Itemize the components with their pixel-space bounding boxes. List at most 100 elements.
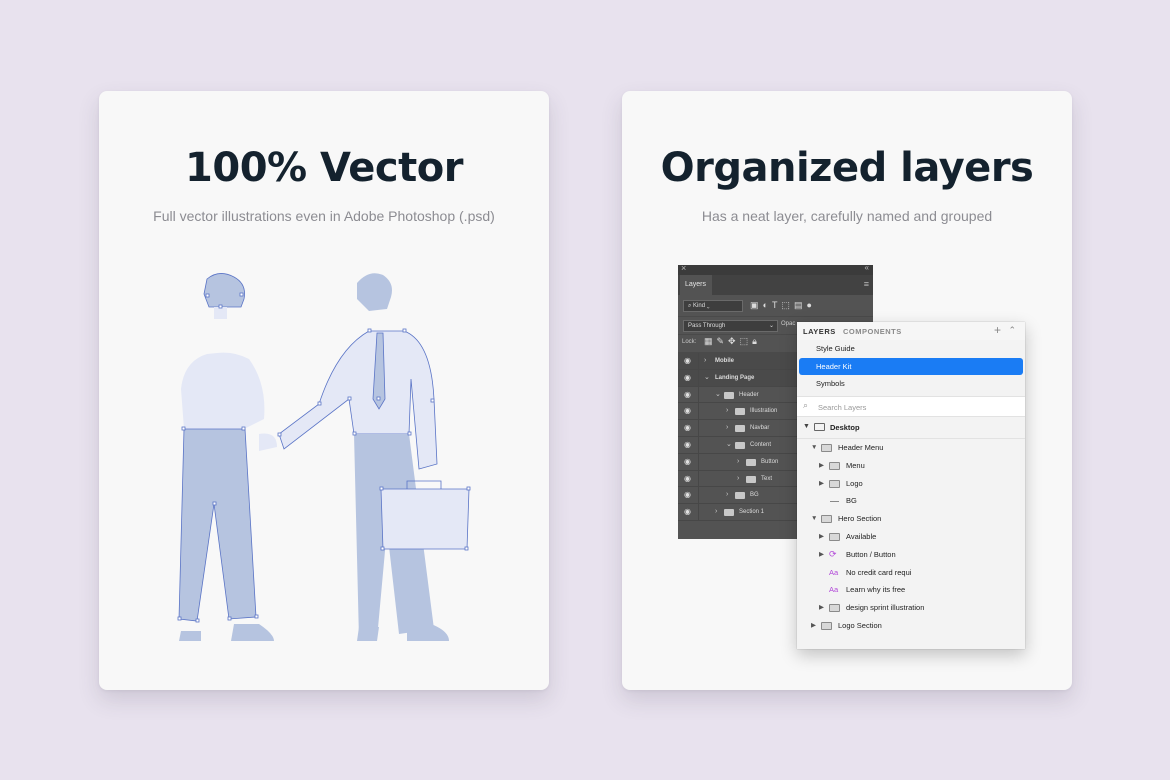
- blend-mode-label: Pass Through: [688, 323, 726, 329]
- page-item[interactable]: Header Kit: [799, 357, 1023, 376]
- right-man-shoe-left: [357, 627, 379, 641]
- eye-icon[interactable]: ◉: [684, 504, 691, 520]
- panel-titlebar: × «: [678, 265, 873, 275]
- layer-name: BG: [750, 492, 759, 499]
- filter-type-icons[interactable]: ▣◐T⬚▤●: [750, 300, 816, 311]
- collapse-icon[interactable]: «: [865, 265, 869, 272]
- chevron-down-icon[interactable]: ⌄: [704, 370, 710, 386]
- layer-row[interactable]: ▶ ⟳ Button / Button: [797, 546, 1025, 564]
- tab-layers[interactable]: Layers: [680, 275, 712, 295]
- tab-components[interactable]: COMPONENTS: [843, 327, 902, 336]
- triangle-right-icon[interactable]: ▶: [819, 599, 824, 617]
- page-item[interactable]: Symbols: [799, 375, 1023, 393]
- layer-name: Hero Section: [838, 514, 882, 524]
- layer-name: Text: [761, 475, 773, 482]
- layer-name: Content: [750, 441, 772, 448]
- chevron-right-icon[interactable]: ›: [704, 353, 706, 369]
- symbol-icon: ⟳: [829, 548, 837, 559]
- eye-icon[interactable]: ◉: [684, 403, 691, 419]
- chevron-right-icon[interactable]: ›: [737, 471, 739, 487]
- chevron-right-icon[interactable]: ›: [726, 487, 728, 503]
- close-icon[interactable]: ×: [681, 265, 686, 273]
- panel-tabbar: Layers ≡: [678, 275, 873, 295]
- layer-row[interactable]: Aa No credit card requi: [797, 564, 1025, 582]
- eye-icon[interactable]: ◉: [684, 353, 691, 369]
- eye-icon[interactable]: ◉: [684, 471, 691, 487]
- kind-filter-select[interactable]: ⌕ Kind ⌄: [683, 300, 743, 312]
- lock-icons[interactable]: ▦✎✥⬚🔒︎: [704, 336, 761, 347]
- layer-name: design sprint illustration: [846, 603, 925, 613]
- kind-filter-label: Kind: [693, 303, 706, 309]
- page-item[interactable]: Style Guide: [799, 340, 1023, 358]
- tab-layers[interactable]: LAYERS: [803, 327, 836, 336]
- artboard-row[interactable]: ▼ Desktop: [797, 417, 1025, 440]
- triangle-right-icon[interactable]: ▶: [819, 546, 824, 564]
- eye-icon[interactable]: ◉: [684, 387, 691, 403]
- triangle-down-icon[interactable]: ▼: [811, 510, 817, 528]
- eye-icon[interactable]: ◉: [684, 370, 691, 386]
- right-man-shoe-right: [407, 624, 449, 641]
- layer-name: Available: [846, 532, 877, 542]
- chevron-right-icon[interactable]: ›: [737, 454, 739, 470]
- eye-icon[interactable]: ◉: [684, 487, 691, 503]
- layer-row[interactable]: Aa Learn why its free: [797, 581, 1025, 599]
- search-icon: ⌕: [803, 400, 809, 411]
- layer-name: Logo Section: [838, 621, 882, 631]
- divider: [698, 470, 699, 487]
- chevron-right-icon[interactable]: ›: [726, 403, 728, 419]
- layer-name: Menu: [846, 460, 865, 470]
- search-bar[interactable]: ⌕ Search Layers: [797, 396, 1025, 418]
- chevron-down-icon[interactable]: ⌄: [726, 437, 732, 453]
- eye-icon[interactable]: ◉: [684, 437, 691, 453]
- layer-row[interactable]: ▶ Logo Section: [797, 617, 1025, 635]
- divider: [698, 453, 699, 470]
- folder-icon: [829, 533, 840, 542]
- divider: [698, 386, 699, 403]
- layer-row[interactable]: ▶ Available: [797, 528, 1025, 546]
- divider: [698, 353, 699, 369]
- card-title: Organized layers: [660, 145, 1034, 191]
- triangle-right-icon[interactable]: ▶: [819, 528, 824, 546]
- right-man-head: [357, 273, 392, 311]
- chevron-down-icon[interactable]: ⌄: [715, 387, 721, 403]
- chevron-up-icon[interactable]: ⌃: [1008, 325, 1016, 336]
- panel-tabs: LAYERS COMPONENTS + ⌃: [797, 322, 1025, 340]
- add-page-icon[interactable]: +: [994, 323, 1001, 337]
- triangle-right-icon[interactable]: ▶: [819, 475, 824, 493]
- card-title: 100% Vector: [185, 145, 463, 191]
- layer-row[interactable]: ▼ Hero Section: [797, 510, 1025, 528]
- divider: [698, 504, 699, 520]
- artboard-icon: [814, 423, 825, 432]
- blend-mode-select[interactable]: Pass Through ⌄: [683, 320, 778, 332]
- folder-icon: [821, 444, 832, 453]
- handshake-illustration: [177, 273, 471, 641]
- panel-menu-icon[interactable]: ≡: [864, 279, 869, 289]
- triangle-right-icon[interactable]: ▶: [819, 457, 824, 475]
- folder-icon: [829, 479, 840, 488]
- layer-row[interactable]: ▶ Logo: [797, 475, 1025, 493]
- search-input[interactable]: Search Layers: [818, 403, 866, 412]
- layer-row[interactable]: ▶ Menu: [797, 457, 1025, 475]
- chevron-right-icon[interactable]: ›: [726, 420, 728, 436]
- left-man-shoe-left: [179, 631, 201, 641]
- disclosure-triangle-icon[interactable]: ▼: [803, 423, 810, 430]
- divider: [698, 369, 699, 386]
- layer-tree: ▼ Header Menu ▶ Menu ▶ Logo BG ▼ Hero Section ▶ Av…: [797, 439, 1025, 635]
- eye-icon[interactable]: ◉: [684, 420, 691, 436]
- text-layer-icon: Aa: [829, 567, 839, 577]
- layer-row[interactable]: BG: [797, 492, 1025, 510]
- triangle-down-icon[interactable]: ▼: [811, 439, 817, 457]
- layer-row[interactable]: ▼ Header Menu: [797, 439, 1025, 457]
- folder-icon: [829, 604, 840, 613]
- filter-row: ⌕ Kind ⌄ ▣◐T⬚▤●: [678, 295, 873, 317]
- layer-name: Button: [761, 458, 779, 465]
- layer-row[interactable]: ▶ design sprint illustration: [797, 599, 1025, 617]
- folder-icon: [821, 622, 832, 631]
- layer-name: Learn why its free: [846, 585, 906, 595]
- eye-icon[interactable]: ◉: [684, 454, 691, 470]
- chevron-right-icon[interactable]: ›: [715, 504, 717, 520]
- layer-name: Landing Page: [715, 374, 755, 381]
- triangle-right-icon[interactable]: ▶: [811, 617, 816, 635]
- folder-icon: [821, 515, 832, 524]
- divider: [698, 403, 699, 420]
